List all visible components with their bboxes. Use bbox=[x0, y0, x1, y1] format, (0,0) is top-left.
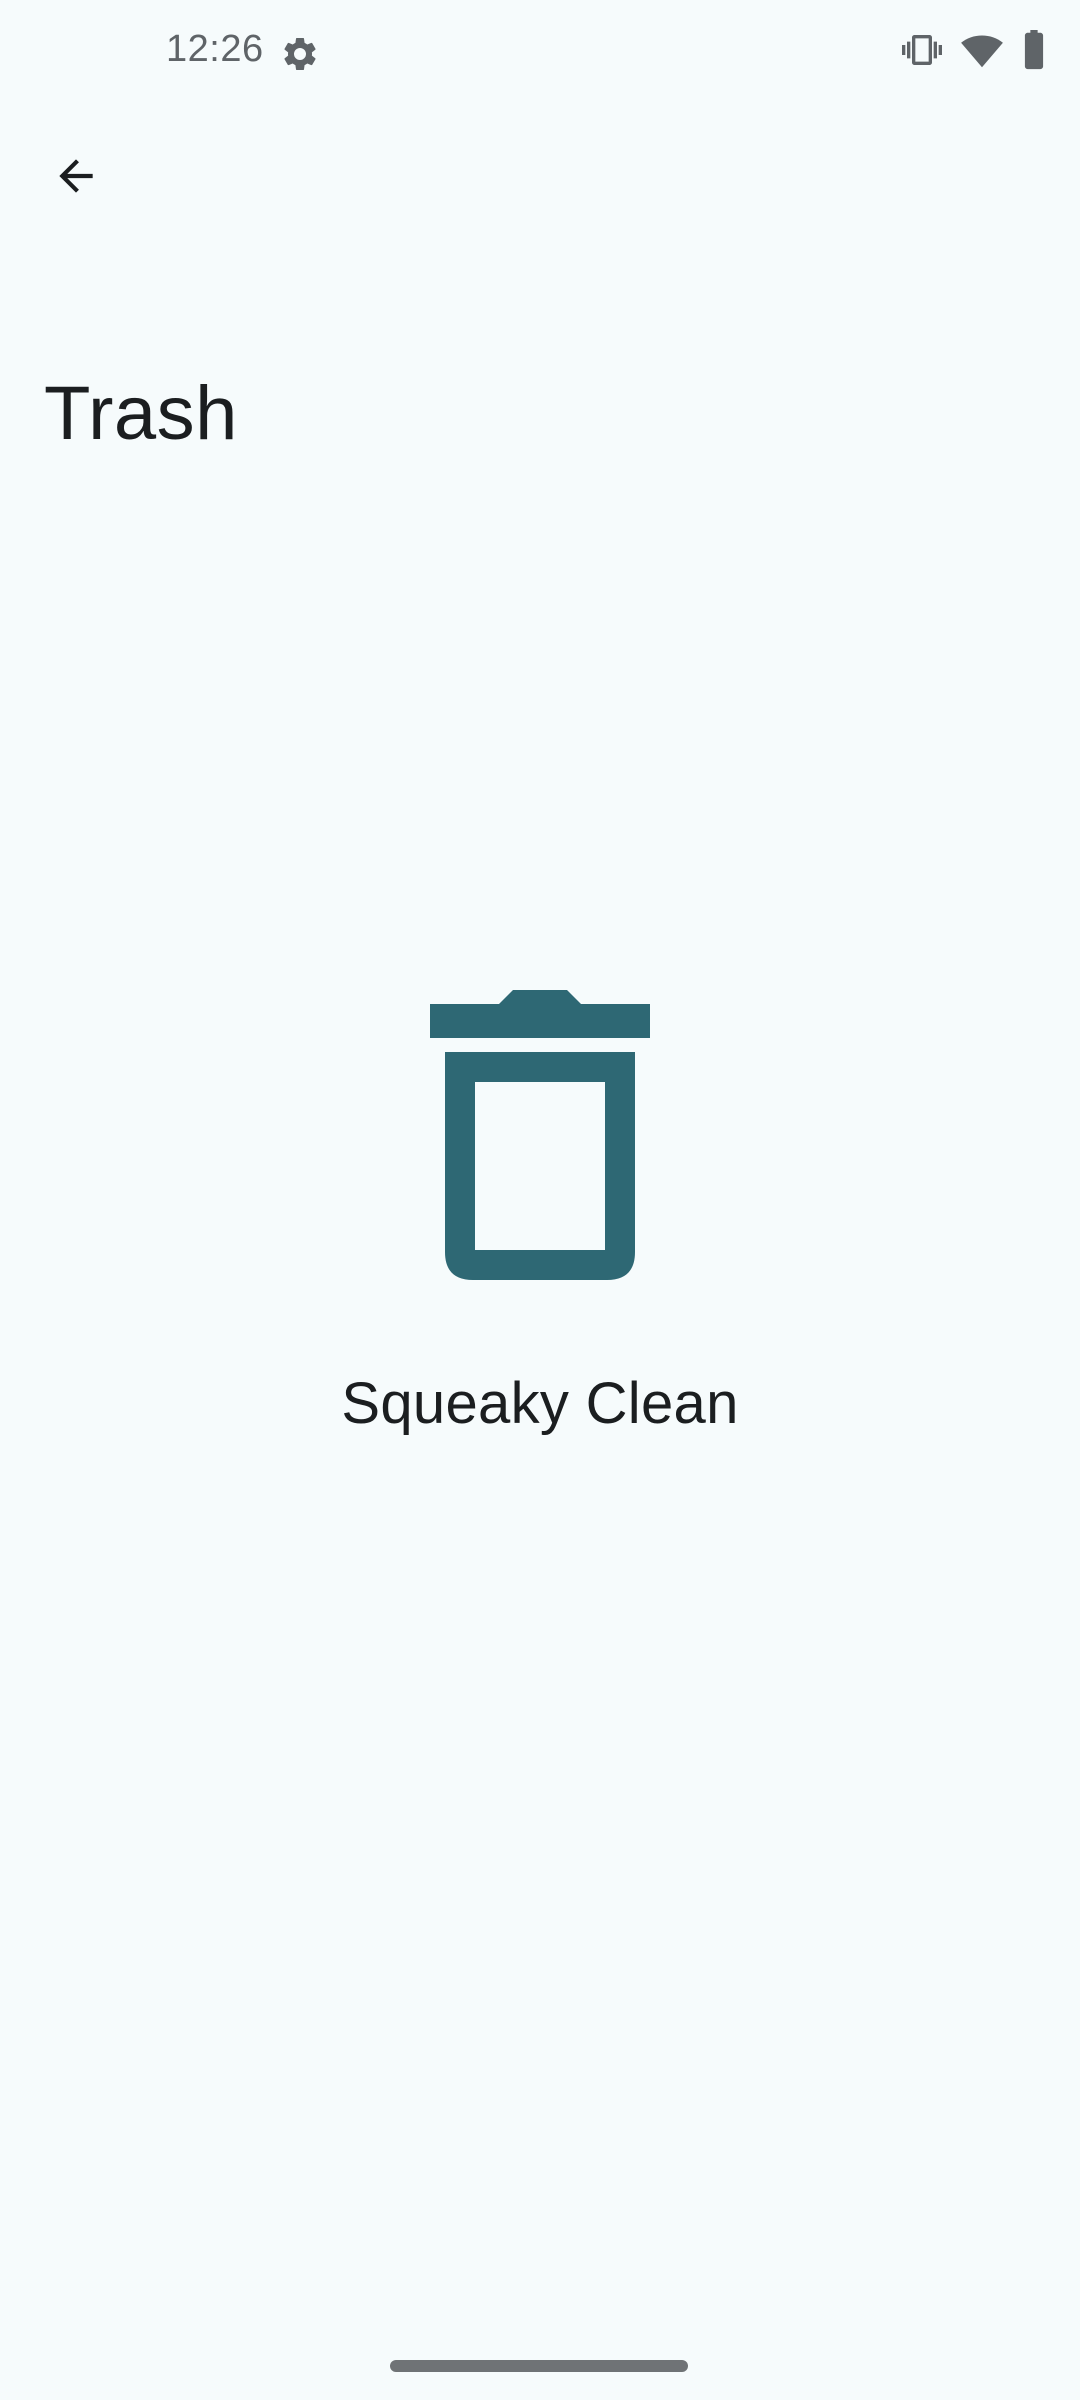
page-title: Trash bbox=[44, 371, 238, 456]
empty-state-message: Squeaky Clean bbox=[341, 1371, 739, 1436]
settings-gear-icon bbox=[280, 34, 320, 74]
gesture-nav-handle[interactable] bbox=[390, 2360, 688, 2372]
status-time: 12:26 bbox=[166, 28, 264, 70]
status-bar: 12:26 bbox=[0, 0, 1080, 104]
arrow-back-icon bbox=[59, 159, 93, 193]
vibrate-icon bbox=[902, 30, 942, 75]
status-icons bbox=[902, 29, 1046, 75]
back-button[interactable] bbox=[32, 132, 120, 220]
trash-can-icon bbox=[430, 990, 650, 1280]
battery-icon bbox=[1022, 29, 1046, 75]
empty-state: Squeaky Clean bbox=[0, 990, 1080, 1437]
wifi-icon bbox=[960, 30, 1004, 75]
